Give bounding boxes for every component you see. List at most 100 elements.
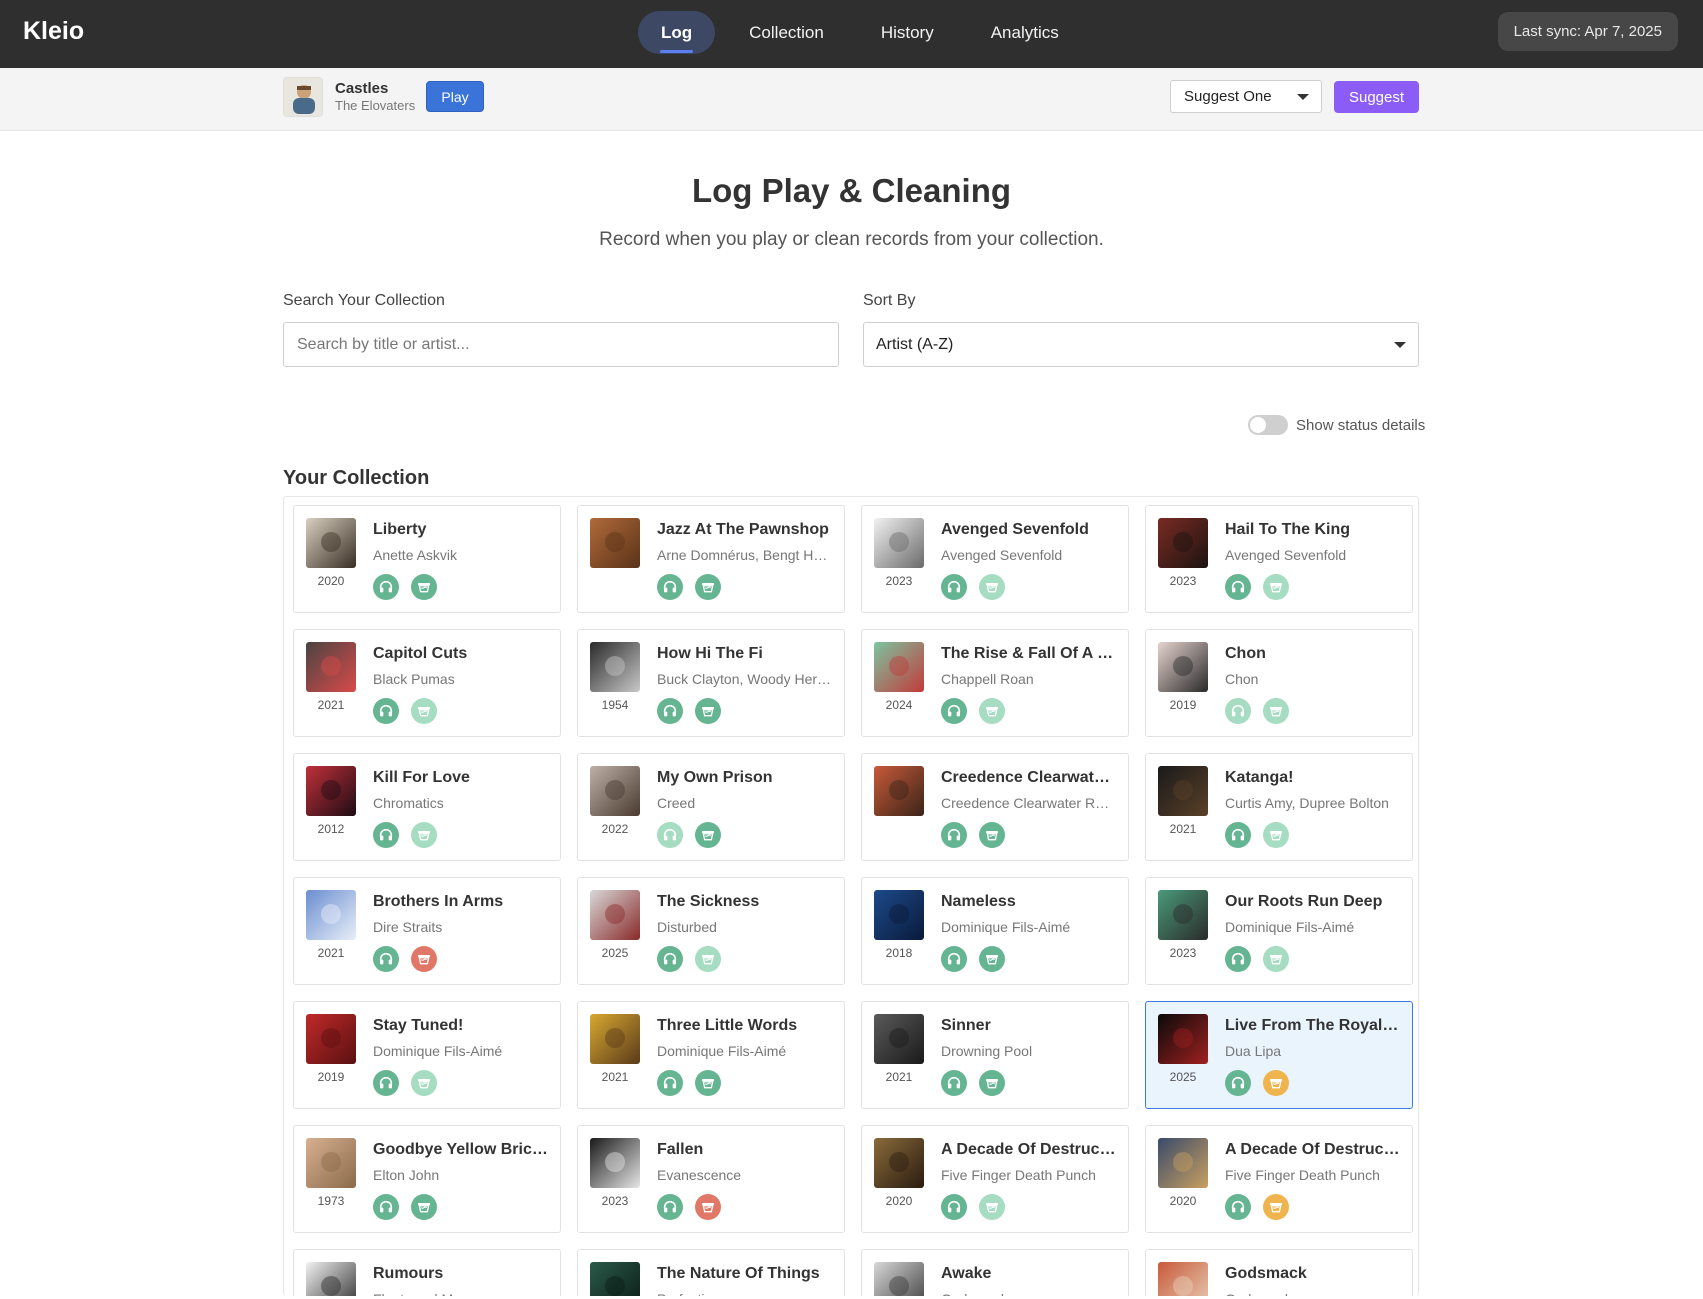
log-cleaning-basket-icon[interactable] — [411, 822, 437, 848]
log-play-headphones-icon[interactable] — [657, 574, 683, 600]
nav-tab-analytics[interactable]: Analytics — [968, 11, 1082, 54]
log-cleaning-basket-icon[interactable] — [979, 574, 1005, 600]
log-play-headphones-icon[interactable] — [941, 946, 967, 972]
log-play-headphones-icon[interactable] — [657, 822, 683, 848]
log-play-headphones-icon[interactable] — [941, 1194, 967, 1220]
record-card[interactable]: Rumours Fleetwood Mac — [293, 1249, 561, 1296]
release-year: 2021 — [601, 1070, 629, 1084]
log-cleaning-basket-icon[interactable] — [1263, 1070, 1289, 1096]
record-card[interactable]: 2021 Sinner Drowning Pool — [861, 1001, 1129, 1109]
record-card[interactable]: 1954 How Hi The Fi Buck Clayton, Woody Her… — [577, 629, 845, 737]
collection-grid-container: 2020 Liberty Anette Askvik Jazz At The Pawn… — [283, 496, 1419, 1296]
nav-tab-collection[interactable]: Collection — [726, 11, 847, 54]
record-card[interactable]: Creedence Clearwat… Creedence Clearwater … — [861, 753, 1129, 861]
record-artist: Chon — [1225, 671, 1259, 687]
nav-tab-log[interactable]: Log — [638, 11, 716, 54]
log-play-headphones-icon[interactable] — [373, 946, 399, 972]
log-cleaning-basket-icon[interactable] — [1263, 698, 1289, 724]
record-card[interactable]: 2024 The Rise & Fall Of A … Chappell Roan — [861, 629, 1129, 737]
record-card[interactable]: 2021 Brothers In Arms Dire Straits — [293, 877, 561, 985]
toggle-switch[interactable] — [1248, 415, 1288, 435]
log-play-headphones-icon[interactable] — [1225, 574, 1251, 600]
log-cleaning-basket-icon[interactable] — [979, 1070, 1005, 1096]
log-play-headphones-icon[interactable] — [1225, 698, 1251, 724]
record-card[interactable]: Godsmack Godsmack — [1145, 1249, 1413, 1296]
log-cleaning-basket-icon[interactable] — [979, 946, 1005, 972]
log-play-headphones-icon[interactable] — [373, 1070, 399, 1096]
record-card[interactable]: 2018 Nameless Dominique Fils-Aimé — [861, 877, 1129, 985]
log-play-headphones-icon[interactable] — [657, 698, 683, 724]
record-artist: Elton John — [373, 1167, 440, 1183]
suggest-button[interactable]: Suggest — [1334, 81, 1419, 113]
log-play-headphones-icon[interactable] — [1225, 822, 1251, 848]
record-card[interactable]: 2025 Live From The Royal… Dua Lipa — [1145, 1001, 1413, 1109]
log-play-headphones-icon[interactable] — [1225, 1070, 1251, 1096]
log-cleaning-basket-icon[interactable] — [695, 822, 721, 848]
album-cover — [590, 642, 640, 692]
record-title: A Decade Of Destruc… — [941, 1141, 1116, 1158]
record-artist: Dominique Fils-Aimé — [373, 1043, 503, 1059]
record-card[interactable]: 2023 Hail To The King Avenged Sevenfold — [1145, 505, 1413, 613]
record-card[interactable]: 2019 Chon Chon — [1145, 629, 1413, 737]
log-play-headphones-icon[interactable] — [373, 1194, 399, 1220]
app-logo[interactable]: Kleio — [23, 17, 84, 46]
log-cleaning-basket-icon[interactable] — [695, 1194, 721, 1220]
record-card[interactable]: 2023 Our Roots Run Deep Dominique Fils-Aim… — [1145, 877, 1413, 985]
log-cleaning-basket-icon[interactable] — [979, 698, 1005, 724]
search-input[interactable] — [283, 322, 839, 367]
record-card[interactable]: 2021 Capitol Cuts Black Pumas — [293, 629, 561, 737]
record-card[interactable]: 1973 Goodbye Yellow Bric… Elton John — [293, 1125, 561, 1233]
log-cleaning-basket-icon[interactable] — [695, 1070, 721, 1096]
record-card[interactable]: 2023 Avenged Sevenfold Avenged Sevenfold — [861, 505, 1129, 613]
log-cleaning-basket-icon[interactable] — [695, 698, 721, 724]
release-year: 2020 — [317, 574, 345, 588]
log-cleaning-basket-icon[interactable] — [1263, 574, 1289, 600]
nav-tab-history[interactable]: History — [858, 11, 957, 54]
log-cleaning-basket-icon[interactable] — [1263, 1194, 1289, 1220]
record-card[interactable]: 2022 My Own Prison Creed — [577, 753, 845, 861]
log-play-headphones-icon[interactable] — [373, 574, 399, 600]
record-card[interactable]: 2025 The Sickness Disturbed — [577, 877, 845, 985]
log-play-headphones-icon[interactable] — [941, 822, 967, 848]
log-cleaning-basket-icon[interactable] — [979, 822, 1005, 848]
record-card[interactable]: 2023 Fallen Evanescence — [577, 1125, 845, 1233]
log-play-headphones-icon[interactable] — [1225, 946, 1251, 972]
record-card[interactable]: 2020 A Decade Of Destruc… Five Finger Deat… — [1145, 1125, 1413, 1233]
record-title: My Own Prison — [657, 769, 773, 786]
record-card[interactable]: The Nature Of Things Perfection — [577, 1249, 845, 1296]
record-card[interactable]: Jazz At The Pawnshop Arne Domnérus, Bengt… — [577, 505, 845, 613]
log-play-headphones-icon[interactable] — [373, 822, 399, 848]
suggest-mode-select[interactable]: Suggest One — [1170, 80, 1322, 113]
record-card[interactable]: 2021 Three Little Words Dominique Fils-Aim… — [577, 1001, 845, 1109]
log-play-headphones-icon[interactable] — [941, 698, 967, 724]
log-play-headphones-icon[interactable] — [373, 698, 399, 724]
record-card[interactable]: 2021 Katanga! Curtis Amy, Dupree Bolton — [1145, 753, 1413, 861]
sort-value: Artist (A-Z) — [876, 335, 954, 353]
record-card[interactable]: 2020 A Decade Of Destruc… Five Finger Deat… — [861, 1125, 1129, 1233]
log-play-headphones-icon[interactable] — [657, 1070, 683, 1096]
record-card[interactable]: 2019 Stay Tuned! Dominique Fils-Aimé — [293, 1001, 561, 1109]
log-cleaning-basket-icon[interactable] — [411, 1194, 437, 1220]
log-cleaning-basket-icon[interactable] — [411, 946, 437, 972]
log-cleaning-basket-icon[interactable] — [1263, 822, 1289, 848]
album-cover — [306, 1262, 356, 1296]
last-sync-badge[interactable]: Last sync: Apr 7, 2025 — [1497, 12, 1678, 51]
log-play-headphones-icon[interactable] — [941, 574, 967, 600]
log-cleaning-basket-icon[interactable] — [979, 1194, 1005, 1220]
sort-select[interactable]: Artist (A-Z) — [863, 322, 1419, 367]
status-details-toggle[interactable]: Show status details — [1248, 415, 1425, 435]
record-card[interactable]: 2012 Kill For Love Chromatics — [293, 753, 561, 861]
log-cleaning-basket-icon[interactable] — [695, 574, 721, 600]
log-play-headphones-icon[interactable] — [1225, 1194, 1251, 1220]
log-cleaning-basket-icon[interactable] — [695, 946, 721, 972]
log-play-headphones-icon[interactable] — [657, 1194, 683, 1220]
log-play-headphones-icon[interactable] — [941, 1070, 967, 1096]
record-card[interactable]: 2020 Liberty Anette Askvik — [293, 505, 561, 613]
log-cleaning-basket-icon[interactable] — [411, 1070, 437, 1096]
play-button[interactable]: Play — [426, 81, 484, 112]
log-play-headphones-icon[interactable] — [657, 946, 683, 972]
record-card[interactable]: Awake Godsmack — [861, 1249, 1129, 1296]
log-cleaning-basket-icon[interactable] — [411, 698, 437, 724]
log-cleaning-basket-icon[interactable] — [1263, 946, 1289, 972]
log-cleaning-basket-icon[interactable] — [411, 574, 437, 600]
